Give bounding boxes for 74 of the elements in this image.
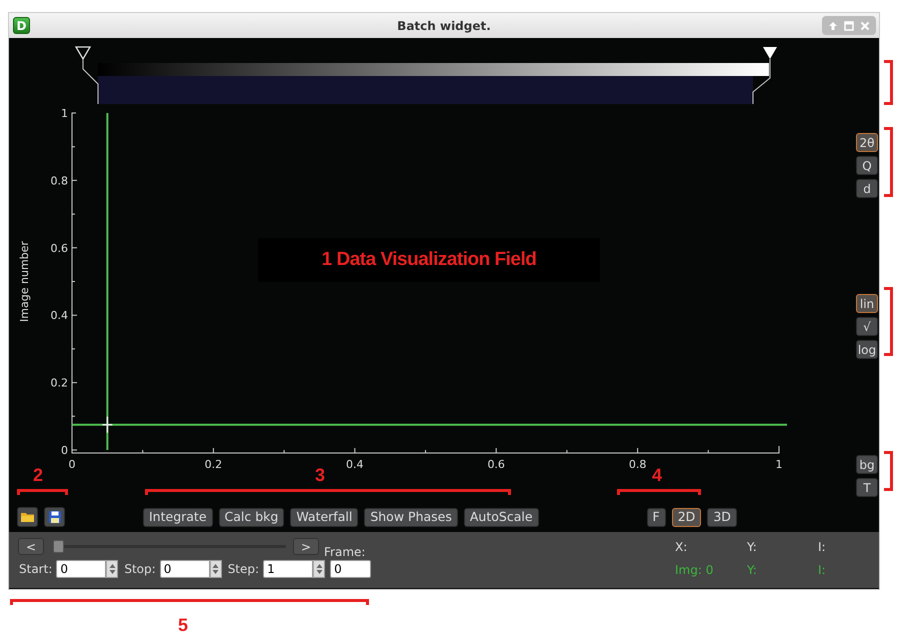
stop-label: Stop:	[124, 562, 156, 576]
folder-icon	[21, 512, 34, 522]
unit-button[interactable]: 2θ	[856, 133, 878, 152]
view-mode-button[interactable]: F	[646, 508, 666, 526]
tick-label: 0.2	[50, 376, 68, 390]
scale-button[interactable]: log	[856, 340, 878, 359]
stop-field[interactable]: 0	[160, 560, 210, 578]
step-label: Step:	[228, 562, 260, 576]
tick-label: 0	[68, 458, 76, 468]
start-label: Start:	[19, 562, 52, 576]
readout-value: Y:	[747, 563, 758, 577]
scale-button[interactable]: lin	[856, 294, 878, 313]
axis-title: Image number	[18, 241, 31, 322]
callout-bracket	[17, 489, 68, 495]
frame-slider[interactable]	[53, 540, 286, 553]
view-mode-button[interactable]: 2D	[672, 508, 702, 526]
step-field[interactable]: 1	[263, 560, 314, 578]
previous-button[interactable]: <	[18, 538, 44, 555]
save-button[interactable]	[44, 507, 65, 527]
readout-label: X:	[675, 540, 688, 554]
callout-number: 4	[652, 465, 662, 486]
tick-label: 1	[61, 107, 68, 120]
up-down-arrows-icon	[108, 563, 116, 575]
leader-line	[752, 58, 770, 104]
readout-value: Img: 0	[675, 563, 714, 577]
cursor-line[interactable]	[106, 113, 108, 450]
unit-button[interactable]: Q	[856, 156, 878, 175]
spin-button[interactable]	[106, 560, 118, 578]
leader-line	[82, 58, 98, 104]
tick-label: 0	[61, 444, 68, 457]
max-level-handle[interactable]	[763, 47, 777, 59]
slider-thumb[interactable]	[53, 540, 64, 553]
min-level-handle[interactable]	[74, 46, 92, 60]
tick-label: 0.6	[50, 242, 68, 255]
spin-button[interactable]	[313, 560, 326, 578]
next-button[interactable]: >	[293, 538, 319, 555]
option-button[interactable]: T	[856, 478, 878, 497]
tick-label: 0.4	[346, 458, 364, 468]
start-field[interactable]: 0	[56, 560, 106, 578]
action-button[interactable]: Calc bkg	[218, 508, 284, 526]
view-mode-button[interactable]: 3D	[707, 508, 737, 526]
callout-bracket	[884, 451, 893, 491]
action-button[interactable]: Show Phases	[364, 508, 458, 526]
callout-bracket	[884, 127, 893, 197]
tick-label: 1	[776, 458, 782, 468]
option-button[interactable]: bg	[856, 455, 878, 474]
up-down-arrows-icon	[316, 563, 323, 575]
unit-button[interactable]: d	[856, 179, 878, 198]
callout-number: 5	[178, 615, 188, 634]
callout-label: 1 Data Visualization Field	[322, 249, 536, 271]
tick-label: 0.6	[487, 458, 505, 468]
readout-label: I:	[818, 540, 827, 554]
open-button[interactable]	[17, 507, 38, 527]
callout-bracket	[884, 287, 893, 356]
tick-label: 0.8	[50, 174, 68, 188]
cursor-cross-icon	[102, 416, 114, 434]
spin-button[interactable]	[210, 560, 222, 578]
tick-label: 0.4	[50, 309, 68, 322]
tick-label: 0.2	[204, 458, 222, 468]
action-button[interactable]: Waterfall	[290, 508, 358, 526]
callout-number: 2	[33, 465, 43, 486]
callout-number: 3	[315, 465, 325, 486]
callout-bracket	[884, 60, 893, 105]
app-icon: D	[13, 17, 30, 34]
up-down-arrows-icon	[212, 563, 220, 575]
readout-label: Y:	[747, 540, 758, 554]
tick-label: 0.8	[628, 458, 646, 468]
frame-label: Frame:	[324, 544, 366, 558]
frame-field[interactable]: 0	[330, 560, 372, 578]
readout-value: I:	[818, 563, 827, 577]
scale-button[interactable]: √	[856, 317, 878, 336]
action-button[interactable]: AutoScale	[464, 508, 539, 526]
window-title: Batch widget.	[397, 18, 491, 32]
action-button[interactable]: Integrate	[143, 508, 213, 526]
